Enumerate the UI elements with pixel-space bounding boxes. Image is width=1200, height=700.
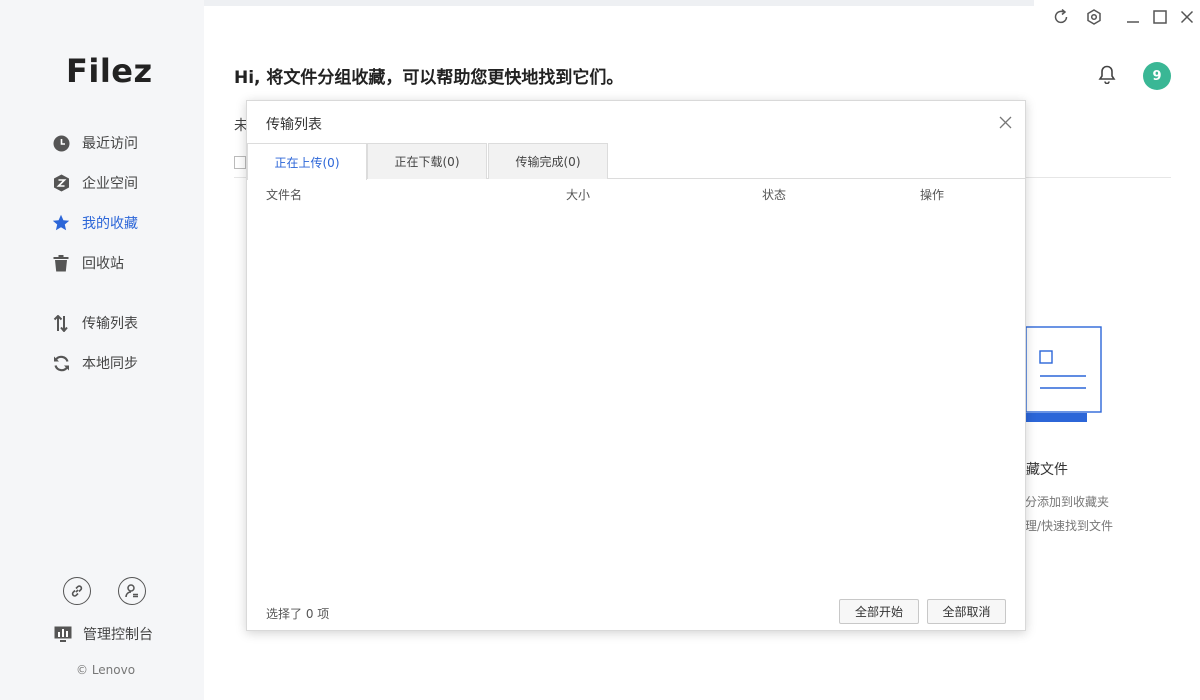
- tab-downloading[interactable]: 正在下载(0): [367, 143, 487, 179]
- sidebar-item-label: 我的收藏: [82, 216, 138, 232]
- column-header-size: 大小: [566, 188, 591, 202]
- background-tab-label: 未: [234, 118, 246, 134]
- admin-console-link[interactable]: 管理控制台: [54, 624, 153, 644]
- empty-state-line: 分添加到收藏夹: [1025, 495, 1110, 509]
- start-all-button[interactable]: 全部开始: [839, 599, 919, 624]
- sidebar-item-favorites[interactable]: 我的收藏: [52, 211, 138, 235]
- maximize-icon[interactable]: [1149, 6, 1171, 28]
- transfer-list-dialog: 传输列表 正在上传(0) 正在下载(0) 传输完成(0) 文件名 大小 状态 操…: [246, 100, 1026, 631]
- page-title: Hi, 将文件分组收藏，可以帮助您更快地找到它们。: [234, 68, 624, 88]
- dialog-title: 传输列表: [266, 117, 322, 133]
- title-bar: [204, 0, 1034, 6]
- link-icon[interactable]: [63, 577, 91, 605]
- admin-console-label: 管理控制台: [83, 627, 153, 643]
- sidebar-item-label: 企业空间: [82, 176, 138, 192]
- enterprise-icon: [52, 174, 70, 192]
- sidebar-item-label: 传输列表: [82, 316, 138, 332]
- app-logo: Filez: [66, 52, 153, 90]
- sidebar-item-trash[interactable]: 回收站: [52, 251, 124, 275]
- close-window-icon[interactable]: [1176, 6, 1198, 28]
- column-header-actions: 操作: [920, 188, 945, 202]
- star-icon: [52, 214, 70, 232]
- empty-state-title: 藏文件: [1026, 462, 1068, 478]
- trash-icon: [52, 254, 70, 272]
- tab-bar: 正在上传(0) 正在下载(0) 传输完成(0): [247, 143, 1025, 180]
- tab-uploading[interactable]: 正在上传(0): [247, 143, 367, 180]
- sidebar: Filez 最近访问 企业空间 我的收藏 回收站 传输列表 本地同步 管理控制台…: [0, 0, 204, 700]
- settings-icon[interactable]: [1083, 6, 1105, 28]
- sidebar-item-label: 本地同步: [82, 356, 138, 372]
- copyright-text: © Lenovo: [76, 663, 136, 677]
- sidebar-item-sync[interactable]: 本地同步: [52, 351, 138, 375]
- sync-icon: [52, 354, 70, 372]
- cancel-all-button[interactable]: 全部取消: [927, 599, 1006, 624]
- sidebar-item-label: 最近访问: [82, 136, 138, 152]
- clock-icon: [52, 134, 70, 152]
- column-header-filename: 文件名: [266, 188, 303, 202]
- column-header-status: 状态: [762, 188, 787, 202]
- selection-count: 选择了 0 项: [266, 607, 330, 621]
- refresh-icon[interactable]: [1050, 6, 1072, 28]
- minimize-icon[interactable]: [1122, 6, 1144, 28]
- dashboard-icon: [54, 625, 72, 643]
- select-all-checkbox[interactable]: [234, 156, 246, 169]
- empty-state-line: 理/快速找到文件: [1025, 519, 1114, 533]
- sidebar-item-recent[interactable]: 最近访问: [52, 131, 138, 155]
- tab-completed[interactable]: 传输完成(0): [488, 143, 608, 179]
- sidebar-item-enterprise[interactable]: 企业空间: [52, 171, 138, 195]
- bell-icon[interactable]: [1095, 62, 1119, 86]
- sidebar-item-label: 回收站: [82, 256, 124, 272]
- close-icon[interactable]: [995, 112, 1015, 132]
- avatar[interactable]: 9: [1143, 62, 1171, 90]
- sidebar-item-transfer[interactable]: 传输列表: [52, 311, 138, 335]
- transfer-icon: [52, 314, 70, 332]
- user-settings-icon[interactable]: [118, 577, 146, 605]
- empty-folder-illustration: [1024, 326, 1102, 422]
